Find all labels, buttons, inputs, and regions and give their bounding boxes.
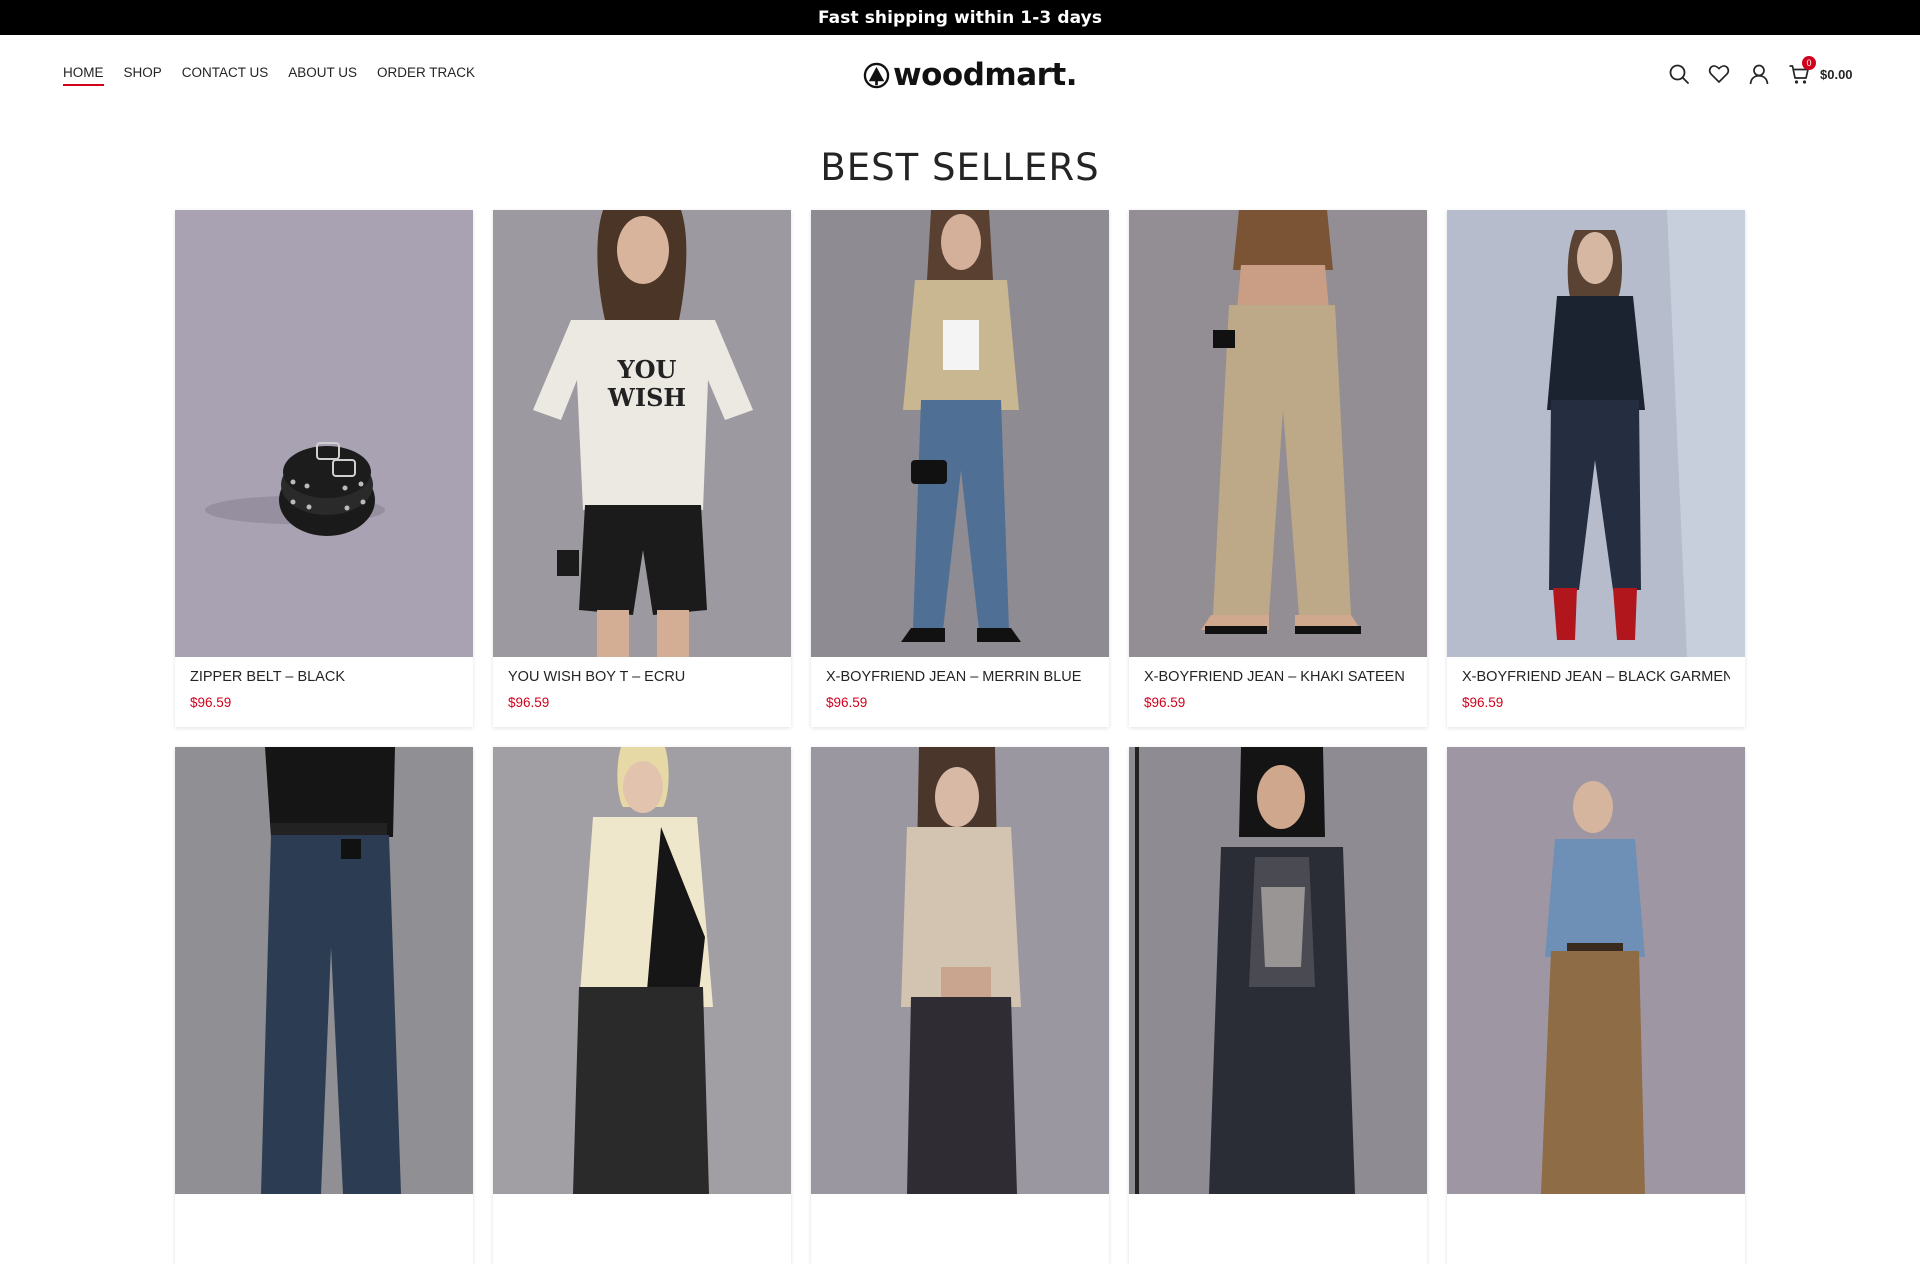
product-info: YOU WISH BOY T – ECRU $96.59 [493, 657, 791, 727]
product-price: $96.59 [190, 695, 232, 710]
product-card[interactable] [1129, 747, 1427, 1264]
product-price: $96.59 [826, 695, 868, 710]
product-image[interactable] [1129, 210, 1427, 657]
announcement-text: Fast shipping within 1-3 days [817, 7, 1103, 28]
product-info: X-BOYFRIEND JEAN – MERRIN BLUE $96.59 [811, 657, 1109, 727]
product-image[interactable] [811, 747, 1109, 1194]
product-image[interactable] [1447, 747, 1745, 1194]
product-info [811, 1194, 1109, 1264]
cart-icon: 0 [1788, 56, 1816, 85]
logo-text: woodmart. [893, 57, 1078, 93]
tee-print-line-2: WISH [607, 383, 686, 412]
announcement-bar: Fast shipping within 1-3 days [0, 0, 1920, 35]
site-header: HOME SHOP CONTACT US ABOUT US ORDER TRAC… [0, 35, 1920, 113]
product-image[interactable] [493, 747, 791, 1194]
product-info: ZIPPER BELT – BLACK $96.59 [175, 657, 473, 727]
product-card[interactable]: X-BOYFRIEND JEAN – KHAKI SATEEN $96.59 [1129, 210, 1427, 727]
nav-shop[interactable]: SHOP [124, 65, 162, 84]
heart-icon[interactable] [1708, 63, 1730, 85]
product-title[interactable]: YOU WISH BOY T – ECRU [508, 669, 776, 685]
product-image[interactable] [1447, 210, 1745, 657]
cart-button[interactable]: 0 $0.00 [1788, 56, 1853, 85]
product-card[interactable] [1447, 747, 1745, 1264]
logo-mark-icon [863, 62, 890, 88]
tee-print-line-1: YOU [617, 355, 677, 384]
product-card[interactable] [493, 747, 791, 1264]
header-actions: 0 $0.00 [1668, 56, 1853, 85]
product-card[interactable]: X-BOYFRIEND JEAN – BLACK GARMENT $96.59 [1447, 210, 1745, 727]
user-icon[interactable] [1748, 63, 1770, 85]
product-info: X-BOYFRIEND JEAN – KHAKI SATEEN $96.59 [1129, 657, 1427, 727]
product-title[interactable]: X-BOYFRIEND JEAN – KHAKI SATEEN [1144, 669, 1412, 685]
product-card[interactable] [175, 747, 473, 1264]
cart-count-badge: 0 [1802, 56, 1816, 70]
product-info [1129, 1194, 1427, 1264]
product-title[interactable]: X-BOYFRIEND JEAN – BLACK GARMENT [1462, 669, 1730, 685]
nav-home[interactable]: HOME [63, 65, 104, 86]
product-image[interactable]: YOU WISH [493, 210, 791, 657]
product-price: $96.59 [1144, 695, 1186, 710]
site-logo[interactable]: woodmart. [863, 55, 1078, 95]
product-card[interactable]: X-BOYFRIEND JEAN – MERRIN BLUE $96.59 [811, 210, 1109, 727]
search-icon[interactable] [1668, 63, 1690, 85]
product-image[interactable] [1129, 747, 1427, 1194]
product-price: $96.59 [508, 695, 550, 710]
product-image[interactable] [175, 210, 473, 657]
main-nav: HOME SHOP CONTACT US ABOUT US ORDER TRAC… [63, 65, 495, 86]
nav-contact-us[interactable]: CONTACT US [182, 65, 269, 84]
nav-about-us[interactable]: ABOUT US [288, 65, 357, 84]
product-grid: ZIPPER BELT – BLACK $96.59 YOU WISH YOU … [175, 210, 1745, 1264]
product-title[interactable]: ZIPPER BELT – BLACK [190, 669, 458, 685]
product-card[interactable]: ZIPPER BELT – BLACK $96.59 [175, 210, 473, 727]
cart-total: $0.00 [1820, 66, 1853, 82]
product-info [493, 1194, 791, 1264]
product-image[interactable] [175, 747, 473, 1194]
section-title: BEST SELLERS [820, 146, 1100, 189]
product-info: X-BOYFRIEND JEAN – BLACK GARMENT $96.59 [1447, 657, 1745, 727]
product-price: $96.59 [1462, 695, 1504, 710]
product-card[interactable] [811, 747, 1109, 1264]
product-info [175, 1194, 473, 1264]
product-title[interactable]: X-BOYFRIEND JEAN – MERRIN BLUE [826, 669, 1094, 685]
product-info [1447, 1194, 1745, 1264]
product-card[interactable]: YOU WISH YOU WISH BOY T – ECRU $96.59 [493, 210, 791, 727]
product-image[interactable] [811, 210, 1109, 657]
nav-order-track[interactable]: ORDER TRACK [377, 65, 475, 84]
